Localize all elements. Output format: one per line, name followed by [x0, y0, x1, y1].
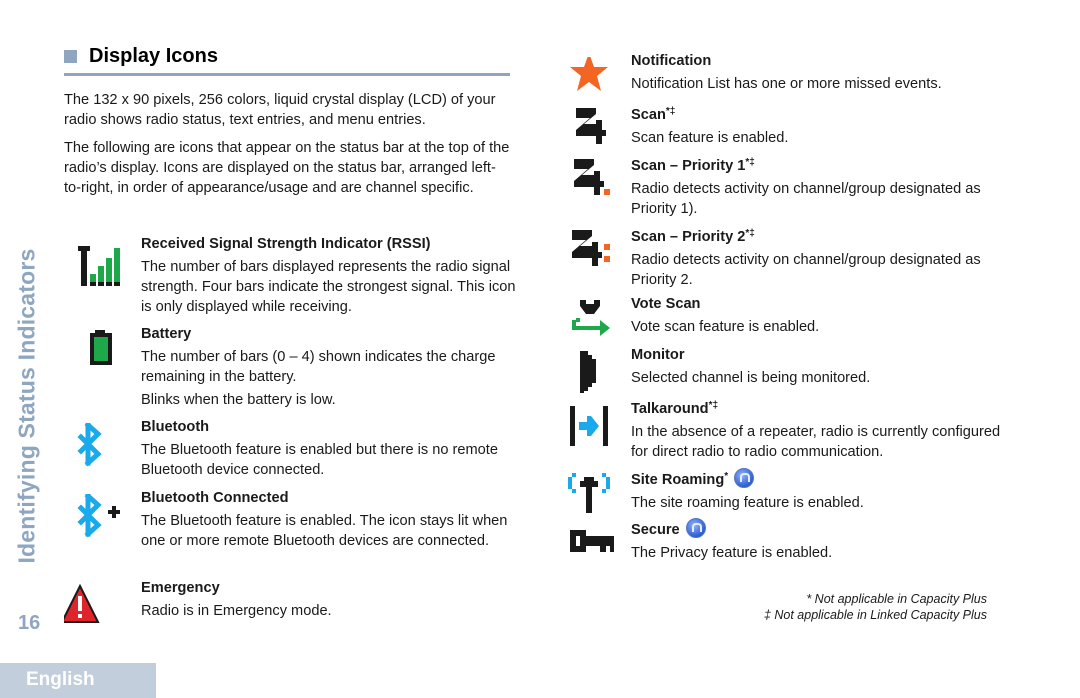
footnote-marks: * — [724, 471, 729, 482]
icon-title: Secure — [631, 518, 1011, 540]
site-roaming-icon — [564, 473, 614, 523]
notification-icon — [564, 53, 614, 107]
icon-description: Radio is in Emergency mode. — [141, 603, 332, 619]
footnote-marks: *‡ — [745, 157, 755, 168]
icon-title: Received Signal Strength Indicator (RSSI… — [141, 236, 431, 252]
intro-text: The 132 x 90 pixels, 256 colors, liquid … — [64, 90, 510, 206]
footnote-marks: *‡ — [708, 400, 719, 411]
intro-paragraph: The following are icons that appear on t… — [64, 140, 510, 196]
icon-title-text: Scan – Priority 1 — [631, 158, 746, 174]
icon-title: Talkaround*‡ — [631, 396, 1011, 419]
secure-icon — [564, 524, 616, 574]
icon-description: The Bluetooth feature is enabled but the… — [141, 442, 498, 478]
icon-title-text: Vote Scan — [631, 296, 701, 312]
icon-description: The number of bars displayed represents … — [141, 259, 516, 315]
intro-paragraph: The 132 x 90 pixels, 256 colors, liquid … — [64, 92, 496, 128]
language-tab: English — [0, 663, 156, 698]
bluetooth-connected-icon — [64, 492, 120, 544]
icon-description: The Bluetooth feature is enabled. The ic… — [141, 513, 508, 549]
scan-priority-2-icon — [564, 230, 614, 280]
footnote-capacity-plus: * Not applicable in Capacity Plus — [806, 592, 987, 606]
icon-description: Vote scan feature is enabled. — [631, 319, 820, 335]
icon-description: Radio detects activity on channel/group … — [631, 252, 981, 288]
icon-description: In the absence of a repeater, radio is c… — [631, 424, 1001, 460]
icon-title: Battery — [141, 326, 192, 342]
icon-title: Monitor — [631, 345, 1011, 365]
icon-title-text: Notification — [631, 53, 712, 69]
icon-title: Bluetooth Connected — [141, 490, 289, 506]
icon-title: Vote Scan — [631, 294, 1011, 314]
icon-title-text: Site Roaming — [631, 472, 725, 488]
icon-title: Site Roaming* — [631, 467, 1011, 490]
icon-note: Blinks when the battery is low. — [141, 392, 336, 408]
icon-title: Scan – Priority 1*‡ — [631, 153, 1011, 176]
bluetooth-icon — [64, 421, 114, 473]
icon-description: Selected channel is being monitored. — [631, 370, 871, 386]
icon-description: The number of bars (0 – 4) shown indicat… — [141, 349, 496, 385]
icon-title: Scan – Priority 2*‡ — [631, 224, 1011, 247]
scan-priority-1-icon — [564, 159, 614, 209]
language-label: English — [26, 669, 95, 690]
rssi-icon — [64, 240, 120, 290]
icon-title: Emergency — [141, 580, 220, 596]
icon-title-text: Scan – Priority 2 — [631, 229, 746, 245]
talkaround-icon — [564, 402, 614, 452]
icon-description: The Privacy feature is enabled. — [631, 545, 833, 561]
icon-title-text: Talkaround — [631, 401, 709, 417]
icon-title: Bluetooth — [141, 419, 210, 435]
icon-description: Scan feature is enabled. — [631, 130, 789, 146]
footnote-marks: *‡ — [745, 228, 755, 239]
section-heading: Display Icons — [64, 44, 510, 76]
heading-bullet-square — [64, 50, 77, 63]
icon-title-text: Scan — [631, 107, 666, 123]
heading-rule — [64, 73, 510, 76]
capacity-max-badge-icon — [685, 518, 706, 538]
icon-title-text: Monitor — [631, 347, 685, 363]
footnote-marks: *‡ — [665, 106, 676, 117]
icon-description: Radio detects activity on channel/group … — [631, 181, 981, 217]
icon-description: Notification List has one or more missed… — [631, 76, 942, 92]
capacity-max-badge-icon — [734, 468, 755, 488]
footnotes: * Not applicable in Capacity Plus ‡ Not … — [764, 591, 987, 623]
page-number: 16 — [18, 612, 41, 634]
icon-title: Scan*‡ — [631, 102, 1011, 125]
vote-scan-icon — [564, 296, 614, 350]
battery-icon — [64, 330, 114, 380]
footnote-linked-capacity-plus: ‡ Not applicable in Linked Capacity Plus — [763, 608, 987, 622]
icon-title-text: Secure — [631, 522, 680, 538]
emergency-icon — [60, 583, 114, 634]
icon-title: Notification — [631, 51, 1011, 71]
scan-icon — [564, 108, 614, 158]
chapter-title-vertical: Identifying Status Indicators — [10, 238, 44, 573]
monitor-icon — [564, 347, 614, 401]
icon-description: The site roaming feature is enabled. — [631, 495, 864, 511]
chapter-title-text: Identifying Status Indicators — [13, 247, 40, 564]
section-title: Display Icons — [89, 45, 218, 67]
